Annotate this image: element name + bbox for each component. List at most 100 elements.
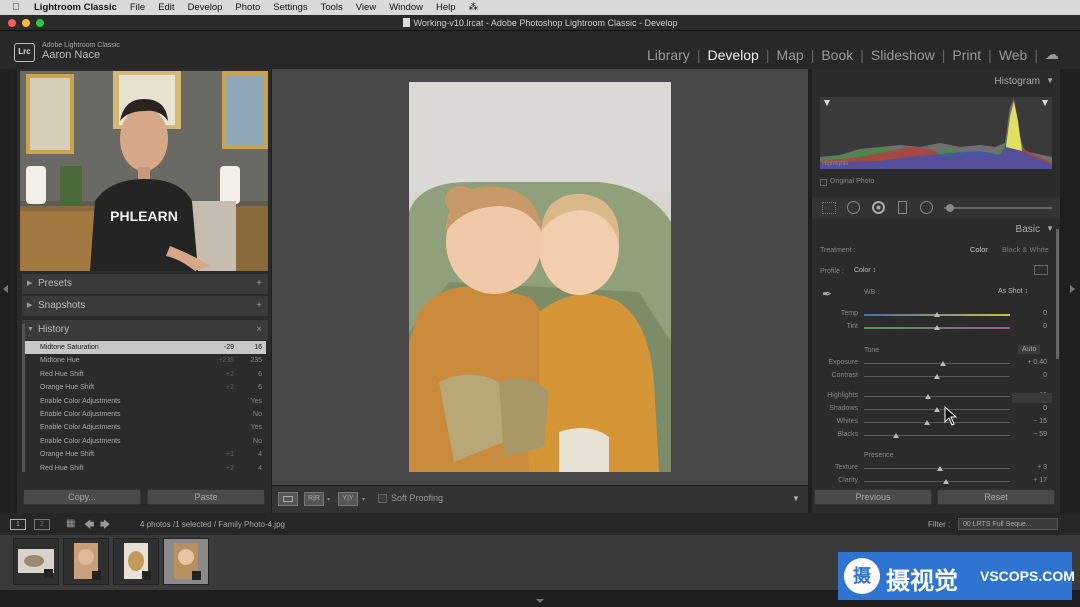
menu-settings[interactable]: Settings bbox=[273, 2, 307, 13]
slider-thumb[interactable] bbox=[925, 394, 932, 399]
profile-browser-icon[interactable] bbox=[1034, 265, 1048, 275]
history-step[interactable]: Midtone Saturation -29 16 bbox=[24, 341, 266, 355]
red-eye-icon[interactable] bbox=[872, 201, 885, 214]
brush-icon[interactable] bbox=[946, 204, 954, 212]
paste-settings-button[interactable]: Paste bbox=[147, 489, 265, 505]
toggle-dropdown-icon[interactable]: ▾ bbox=[362, 496, 365, 503]
slider-thumb[interactable] bbox=[934, 374, 940, 379]
histogram-panel-header[interactable]: Histogram ▼ bbox=[812, 76, 1060, 87]
radial-filter-icon[interactable] bbox=[920, 201, 933, 214]
slider-track[interactable] bbox=[864, 481, 1010, 482]
basic-panel-header[interactable]: Basic ▼ bbox=[812, 224, 1060, 235]
menu-help[interactable]: Help bbox=[436, 2, 456, 13]
reset-button[interactable]: Reset bbox=[937, 489, 1055, 505]
left-panel-scrollbar[interactable] bbox=[22, 324, 25, 472]
slider-thumb[interactable] bbox=[893, 433, 900, 438]
brush-slider[interactable] bbox=[944, 207, 1052, 209]
filmstrip-thumb-1[interactable] bbox=[13, 538, 59, 585]
slider-track[interactable] bbox=[864, 435, 1010, 436]
profile-dropdown[interactable]: Color ↕ bbox=[854, 267, 876, 274]
treatment-bw[interactable]: Black & White bbox=[1002, 245, 1049, 254]
main-window-button[interactable]: 1 bbox=[10, 519, 26, 530]
slider-value[interactable]: + 0.40 bbox=[1017, 359, 1047, 366]
menu-edit[interactable]: Edit bbox=[158, 2, 174, 13]
module-print[interactable]: Print bbox=[945, 47, 988, 63]
slider-value[interactable]: − 15 bbox=[1017, 418, 1047, 425]
slider-track[interactable] bbox=[864, 363, 1010, 364]
bottom-panel-toggle-icon[interactable] bbox=[536, 599, 544, 603]
original-photo-checkbox[interactable] bbox=[820, 179, 827, 186]
menu-app[interactable]: Lightroom Classic bbox=[34, 2, 117, 13]
history-step[interactable]: Orange Hue Shift +1 4 bbox=[24, 448, 266, 461]
clear-history-icon[interactable]: × bbox=[256, 320, 262, 340]
slider-value[interactable]: + 3 bbox=[1017, 464, 1047, 471]
soft-proofing-checkbox[interactable] bbox=[378, 494, 387, 503]
copy-settings-button[interactable]: Copy... bbox=[23, 489, 141, 505]
slider-thumb[interactable] bbox=[934, 325, 940, 330]
menu-tools[interactable]: Tools bbox=[321, 2, 343, 13]
crop-tool-icon[interactable] bbox=[822, 202, 836, 214]
eyedropper-icon[interactable]: ✒ bbox=[822, 287, 840, 301]
before-after-icon[interactable]: R|R bbox=[304, 492, 324, 506]
history-step[interactable]: Enable Color Adjustments Yes bbox=[24, 395, 266, 408]
filmstrip-thumb-2[interactable] bbox=[63, 538, 109, 585]
forward-arrow-icon[interactable]: 🡆 bbox=[100, 518, 110, 535]
slider-track[interactable] bbox=[864, 396, 1010, 397]
slider-value[interactable]: − 59 bbox=[1017, 431, 1047, 438]
history-step[interactable]: Red Hue Shift +2 4 bbox=[24, 462, 266, 475]
second-window-button[interactable]: 2 bbox=[34, 519, 50, 530]
history-step[interactable]: Red Hue Shift +2 6 bbox=[24, 368, 266, 381]
graduated-filter-icon[interactable] bbox=[898, 201, 907, 214]
auto-tone-button[interactable]: Auto bbox=[1018, 345, 1041, 354]
treatment-color[interactable]: Color bbox=[970, 245, 988, 254]
apple-icon[interactable]:  bbox=[12, 2, 22, 13]
menu-view[interactable]: View bbox=[356, 2, 376, 13]
history-step[interactable]: Orange Hue Shift +2 6 bbox=[24, 381, 266, 394]
loupe-view-icon[interactable] bbox=[278, 492, 298, 506]
filmstrip-thumb-4-selected[interactable] bbox=[163, 538, 209, 585]
script-icon[interactable]: ⁂ bbox=[469, 2, 479, 13]
history-step[interactable]: Midtone Hue +235 235 bbox=[24, 354, 266, 367]
module-develop[interactable]: Develop bbox=[700, 47, 765, 63]
module-slideshow[interactable]: Slideshow bbox=[864, 47, 942, 63]
add-snapshot-icon[interactable]: + bbox=[256, 296, 262, 316]
slider-thumb[interactable] bbox=[934, 407, 940, 412]
menu-window[interactable]: Window bbox=[389, 2, 423, 13]
back-arrow-icon[interactable]: 🡄 bbox=[84, 518, 94, 535]
filmstrip-thumb-3[interactable] bbox=[113, 538, 159, 585]
slider-value[interactable]: 0 bbox=[1017, 372, 1047, 379]
menu-develop[interactable]: Develop bbox=[188, 2, 223, 13]
slider-thumb[interactable] bbox=[942, 479, 949, 484]
cloud-icon[interactable]: ☁ bbox=[1038, 46, 1066, 63]
minimize-window-icon[interactable] bbox=[22, 19, 30, 27]
module-book[interactable]: Book bbox=[814, 47, 860, 63]
history-step[interactable]: Enable Color Adjustments No bbox=[24, 435, 266, 448]
slider-thumb[interactable] bbox=[939, 361, 946, 366]
module-map[interactable]: Map bbox=[769, 47, 810, 63]
previous-button[interactable]: Previous bbox=[814, 489, 932, 505]
main-photo[interactable] bbox=[409, 82, 671, 472]
before-after-dropdown-icon[interactable]: ▾ bbox=[327, 496, 330, 503]
right-panel-toggle-icon[interactable] bbox=[1070, 285, 1075, 293]
wb-dropdown[interactable]: As Shot ↕ bbox=[998, 288, 1028, 295]
snapshots-panel-header[interactable]: ▶ Snapshots + bbox=[22, 296, 268, 316]
slider-thumb[interactable] bbox=[936, 466, 943, 471]
highlights-value-field[interactable] bbox=[1012, 393, 1052, 403]
right-panel-scrollbar[interactable] bbox=[1056, 229, 1059, 359]
menu-photo[interactable]: Photo bbox=[235, 2, 260, 13]
spot-removal-icon[interactable] bbox=[847, 201, 860, 214]
slider-thumb[interactable] bbox=[934, 312, 940, 317]
left-panel-toggle-icon[interactable] bbox=[3, 285, 8, 293]
filmstrip-source-info[interactable]: 4 photos /1 selected / Family Photo-4.jp… bbox=[140, 520, 285, 529]
close-window-icon[interactable] bbox=[8, 19, 16, 27]
slider-value[interactable]: 0 bbox=[1017, 405, 1047, 412]
history-step[interactable]: Enable Color Adjustments No bbox=[24, 408, 266, 421]
add-preset-icon[interactable]: + bbox=[256, 274, 262, 294]
toolbar-menu-icon[interactable]: ▼ bbox=[792, 494, 800, 503]
slider-track[interactable] bbox=[864, 422, 1010, 423]
menu-file[interactable]: File bbox=[130, 2, 145, 13]
slider-value[interactable]: 0 bbox=[1017, 310, 1047, 317]
presets-panel-header[interactable]: ▶ Presets + bbox=[22, 274, 268, 294]
before-after-toggle-button[interactable]: Y|Y bbox=[338, 492, 358, 506]
module-web[interactable]: Web bbox=[992, 47, 1035, 63]
